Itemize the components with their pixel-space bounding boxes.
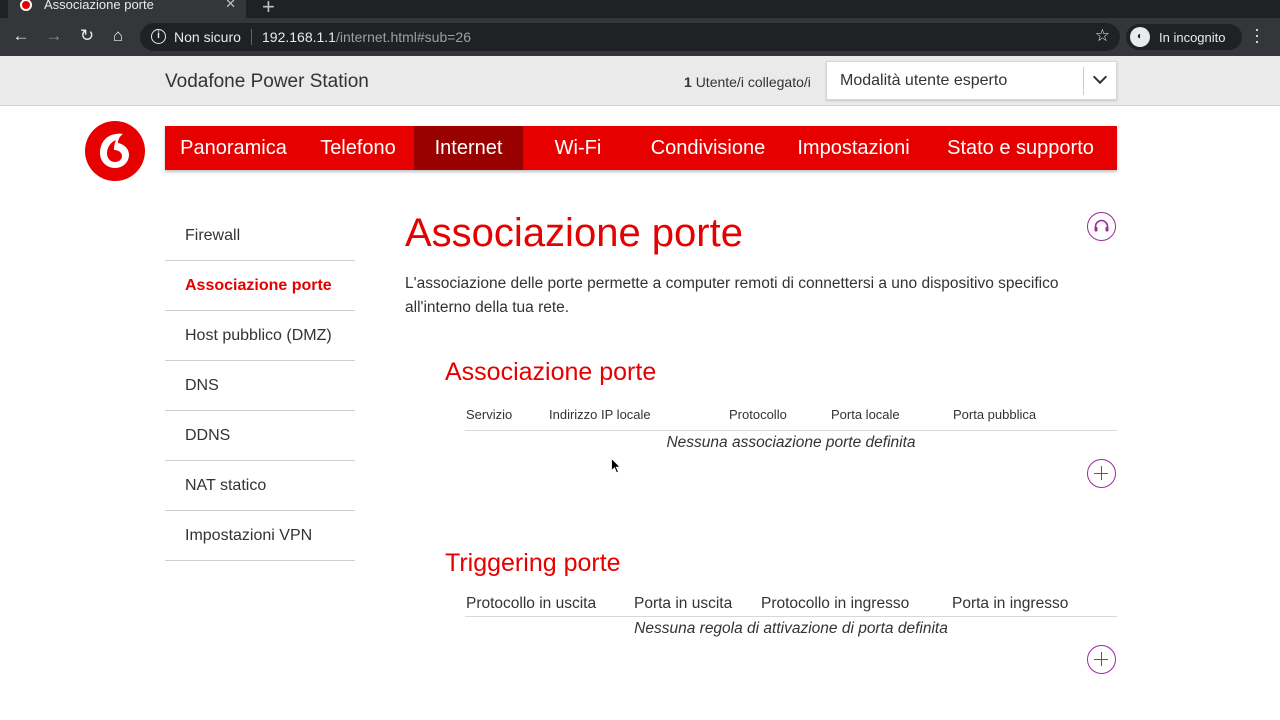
- sidebar-item-host-pubblico[interactable]: Host pubblico (DMZ): [165, 311, 355, 361]
- add-port-mapping-button[interactable]: [1087, 459, 1116, 488]
- port-triggering-title: Triggering porte: [445, 549, 621, 577]
- browser-tab[interactable]: Associazione porte ✕: [8, 0, 246, 18]
- nav-item-telefono[interactable]: Telefono: [302, 126, 414, 170]
- sidebar-item-nat-statico[interactable]: NAT statico: [165, 461, 355, 511]
- column-header-protocollo-uscita: Protocollo in uscita: [466, 595, 597, 612]
- select-divider: [1083, 67, 1084, 95]
- sidebar-item-associazione-porte[interactable]: Associazione porte: [165, 261, 355, 311]
- sidebar-item-dns[interactable]: DNS: [165, 361, 355, 411]
- connected-users-label: Utente/i collegato/i: [695, 74, 811, 90]
- port-triggering-empty-message: Nessuna regola di attivazione di porta d…: [634, 620, 948, 637]
- product-name: Vodafone Power Station: [165, 71, 369, 92]
- chevron-down-icon[interactable]: [1092, 69, 1108, 85]
- incognito-badge[interactable]: ◐ In incognito: [1126, 24, 1242, 50]
- url-host: 192.168.1.1: [262, 29, 336, 45]
- router-header: Vodafone Power Station 1 Utente/i colleg…: [0, 56, 1280, 106]
- browser-tabstrip: Associazione porte ✕ +: [0, 0, 1280, 20]
- nav-item-condivisione[interactable]: Condivisione: [633, 126, 783, 170]
- sidebar: Firewall Associazione porte Host pubblic…: [165, 211, 355, 561]
- incognito-label: In incognito: [1159, 29, 1226, 45]
- column-header-protocollo-ingresso: Protocollo in ingresso: [761, 595, 910, 612]
- column-header-protocollo: Protocollo: [729, 407, 787, 422]
- user-mode-value: Modalità utente esperto: [840, 72, 1008, 89]
- browser-menu-icon[interactable]: · · ·: [1254, 20, 1260, 50]
- info-icon[interactable]: i: [151, 29, 166, 44]
- tab-close-icon[interactable]: ✕: [225, 0, 236, 12]
- nav-item-internet[interactable]: Internet: [414, 126, 523, 170]
- address-separator: [251, 29, 252, 45]
- sidebar-item-firewall[interactable]: Firewall: [165, 211, 355, 261]
- table-divider: [465, 430, 1117, 431]
- forward-arrow-icon[interactable]: →: [43, 26, 65, 46]
- column-header-indirizzo-ip: Indirizzo IP locale: [549, 407, 651, 422]
- address-bar[interactable]: i Non sicuro 192.168.1.1/internet.html#s…: [140, 23, 1120, 51]
- back-arrow-icon[interactable]: ←: [10, 26, 32, 46]
- security-status[interactable]: Non sicuro: [174, 29, 241, 45]
- intro-text: L'associazione delle porte permette a co…: [405, 275, 1059, 316]
- nav-item-stato-e-supporto[interactable]: Stato e supporto: [924, 126, 1117, 170]
- tab-title: Associazione porte: [44, 0, 154, 12]
- main-nav: Panoramica Telefono Internet Wi-Fi Condi…: [165, 126, 1117, 170]
- connected-users: 1 Utente/i collegato/i: [684, 74, 811, 90]
- connected-users-count: 1: [684, 74, 692, 90]
- vodafone-favicon-icon: [20, 0, 32, 11]
- nav-item-panoramica[interactable]: Panoramica: [165, 126, 302, 170]
- port-mapping-empty-message: Nessuna associazione porte definita: [666, 434, 916, 451]
- port-mapping-title: Associazione porte: [445, 358, 657, 386]
- nav-item-impostazioni[interactable]: Impostazioni: [783, 126, 924, 170]
- add-port-triggering-button[interactable]: [1087, 645, 1116, 674]
- bookmark-star-icon[interactable]: ☆: [1095, 26, 1110, 46]
- help-headset-icon[interactable]: [1087, 212, 1116, 241]
- nav-item-wifi[interactable]: Wi-Fi: [523, 126, 633, 170]
- column-header-porta-uscita: Porta in uscita: [634, 595, 733, 612]
- column-header-porta-ingresso: Porta in ingresso: [952, 595, 1069, 612]
- mouse-cursor-icon: [611, 458, 621, 474]
- page-title: Associazione porte: [405, 211, 743, 255]
- column-header-porta-pubblica: Porta pubblica: [953, 407, 1037, 422]
- url-text[interactable]: 192.168.1.1/internet.html#sub=26: [262, 29, 471, 45]
- home-icon[interactable]: ⌂: [107, 26, 129, 46]
- reload-icon[interactable]: ↻: [76, 26, 98, 46]
- incognito-icon: ◐: [1130, 27, 1150, 47]
- column-header-porta-locale: Porta locale: [831, 407, 900, 422]
- url-path: /internet.html#sub=26: [335, 29, 471, 45]
- table-divider: [465, 616, 1117, 617]
- sidebar-item-ddns[interactable]: DDNS: [165, 411, 355, 461]
- column-header-servizio: Servizio: [466, 407, 513, 422]
- new-tab-icon[interactable]: +: [262, 0, 275, 20]
- vodafone-logo-icon[interactable]: [85, 121, 145, 181]
- browser-toolbar: ← → ↻ ⌂ i Non sicuro 192.168.1.1/interne…: [0, 18, 1280, 56]
- sidebar-item-impostazioni-vpn[interactable]: Impostazioni VPN: [165, 511, 355, 561]
- user-mode-select[interactable]: Modalità utente esperto: [826, 61, 1117, 100]
